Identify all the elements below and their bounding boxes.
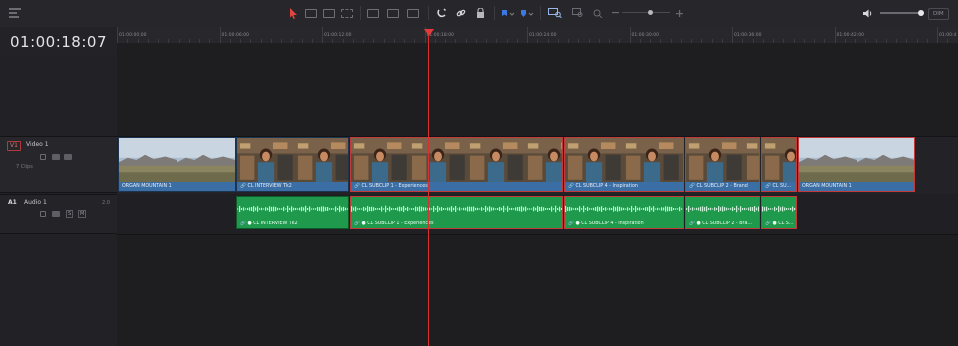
track-name[interactable]: Audio 1 [24,199,47,206]
overwrite-icon[interactable] [386,6,400,20]
custom-zoom-icon[interactable] [591,6,605,20]
video-clip[interactable]: ORGAN MOUNTAIN 1 [118,137,236,192]
audio-waveform [351,201,562,215]
clip-label: 🔗 CL SUBCLIP 1 - Experiences [354,184,428,189]
pointer-icon[interactable] [287,6,299,20]
track-name[interactable]: Video 1 [26,141,49,148]
clip-thumbnail [799,138,914,182]
clip-label: 🔗 ● CL SUBCLIP 2 - Bra... [689,221,752,226]
playhead-handle[interactable] [424,29,434,36]
trim-icon[interactable] [304,6,318,20]
track-badge-a1[interactable]: A1 [8,199,17,207]
audio-level: 2.0 [102,200,110,206]
video-clip[interactable]: 🔗 CL SUBCLIP 2 - Brand [685,137,760,192]
position-lock-icon[interactable] [474,6,486,20]
timeline-app: DIM 01:00:18:07 01:00:00:00 01:00:06:00 01… [0,0,958,346]
clip-label: ORGAN MOUNTAIN 1 [122,184,172,189]
clip-label: 🔗 CL SUBCLIP 4 - Inspiration [568,184,638,189]
ruler-major-tick [219,27,221,43]
ruler-major-tick [322,27,323,43]
ruler-label: 01:00:06:00 [221,33,249,38]
clip-label: 🔗 ● CL S... [765,221,794,226]
ruler-label: 01:00:4 [939,33,957,38]
marker-icon[interactable] [519,6,535,20]
video-clip[interactable]: 🔗 CL SU... [761,137,797,192]
track-headers: V1 Video 1 7 Clips A1 Audio 1 2.0 S M [0,57,118,346]
clip-label: 🔗 ● CL SUBCLIP 1 - Experiences [354,221,434,226]
monitor-icon[interactable] [64,154,72,160]
clip-label: 🔗 ● CL INTERVIEW Tk2 [240,221,298,226]
ruler-label: 01:00:42:00 [836,33,864,38]
replace-icon[interactable] [406,6,420,20]
video-track-header[interactable]: V1 Video 1 7 Clips [0,136,117,193]
clip-label: 🔗 CL SU... [765,184,792,189]
blade-icon[interactable] [340,6,354,20]
auto-select-icon[interactable] [52,211,60,217]
ruler-major-tick [117,27,118,43]
track-badge-v1[interactable]: V1 [7,141,21,151]
zoom-slider-handle[interactable] [648,10,653,15]
ruler-major-tick [937,27,938,43]
clip-thumbnail [762,138,796,182]
clip-thumbnail [237,138,348,182]
ruler-label: 01:00:12:00 [324,33,352,38]
ruler-label: 01:00:30:00 [631,33,659,38]
solo-button[interactable]: S [66,210,74,218]
timecode-display[interactable]: 01:00:18:07 [0,27,118,58]
audio-clip[interactable]: 🔗 ● CL SUBCLIP 1 - Experiences [350,196,563,229]
zoom-in-icon[interactable] [674,6,684,20]
ruler-label: 01:00:36:00 [734,33,762,38]
snapping-icon[interactable] [436,6,448,20]
ruler-major-tick [527,27,528,43]
dim-button[interactable]: DIM [928,8,949,20]
audio-track-header[interactable]: A1 Audio 1 2.0 S M [0,194,117,234]
lock-icon[interactable] [40,154,46,160]
zoom-out-icon[interactable] [610,6,620,20]
audio-clip[interactable]: 🔗 ● CL SUBCLIP 2 - Bra... [685,196,760,229]
mute-button[interactable]: M [78,210,87,218]
clip-label: 🔗 ● CL SUBCLIP 4 - Inspiration [568,221,644,226]
audio-clip[interactable]: 🔗 ● CL S... [761,196,797,229]
clip-thumbnail [351,138,562,182]
timeline-view-icon[interactable] [8,6,22,20]
lock-icon[interactable] [40,211,46,217]
timeline-tracks[interactable]: ORGAN MOUNTAIN 1 🔗 CL INTERVIEW Tk2 🔗 CL… [117,43,958,346]
zoom-slider[interactable] [622,12,670,13]
volume-slider-handle[interactable] [918,10,924,16]
audio-clip[interactable]: 🔗 ● CL SUBCLIP 4 - Inspiration [564,196,684,229]
timeline-toolbar: DIM [0,0,958,28]
ruler-label: 01:00:00:00 [119,33,147,38]
flag-icon[interactable] [500,6,516,20]
detail-zoom-icon[interactable] [547,6,563,20]
clip-thumbnail [119,138,235,182]
audio-waveform [565,201,683,215]
insert-icon[interactable] [366,6,380,20]
ruler-major-tick [732,27,733,43]
video-clip[interactable]: 🔗 CL INTERVIEW Tk2 [236,137,349,192]
ruler-major-tick [834,27,836,43]
audio-waveform [237,201,348,215]
timeline-ruler[interactable]: 01:00:00:00 01:00:06:00 01:00:12:00 01:00:1… [117,27,958,44]
audio-waveform [686,201,759,215]
audio-clip[interactable]: 🔗 ● CL INTERVIEW Tk2 [236,196,349,229]
video-clip[interactable]: 🔗 CL SUBCLIP 1 - Experiences [350,137,563,192]
ruler-major-tick [629,27,631,43]
video-clip[interactable]: 🔗 CL SUBCLIP 4 - Inspiration [564,137,684,192]
clip-thumbnail [686,138,759,182]
speaker-icon[interactable] [862,6,874,20]
clip-count: 7 Clips [16,164,33,170]
volume-slider[interactable] [880,12,922,14]
clip-label: 🔗 CL INTERVIEW Tk2 [240,184,292,189]
audio-waveform [762,201,796,215]
auto-select-icon[interactable] [52,154,60,160]
playhead-line[interactable] [428,30,429,346]
clip-label: ORGAN MOUNTAIN 1 [802,184,852,189]
linked-selection-icon[interactable] [455,6,467,20]
zoom-full-icon[interactable] [571,6,585,20]
clip-label: 🔗 CL SUBCLIP 2 - Brand [689,184,748,189]
video-clip[interactable]: ORGAN MOUNTAIN 1 [798,137,915,192]
clip-thumbnail [565,138,683,182]
ruler-label: 01:00:24:00 [529,33,557,38]
dynamic-trim-icon[interactable] [322,6,336,20]
